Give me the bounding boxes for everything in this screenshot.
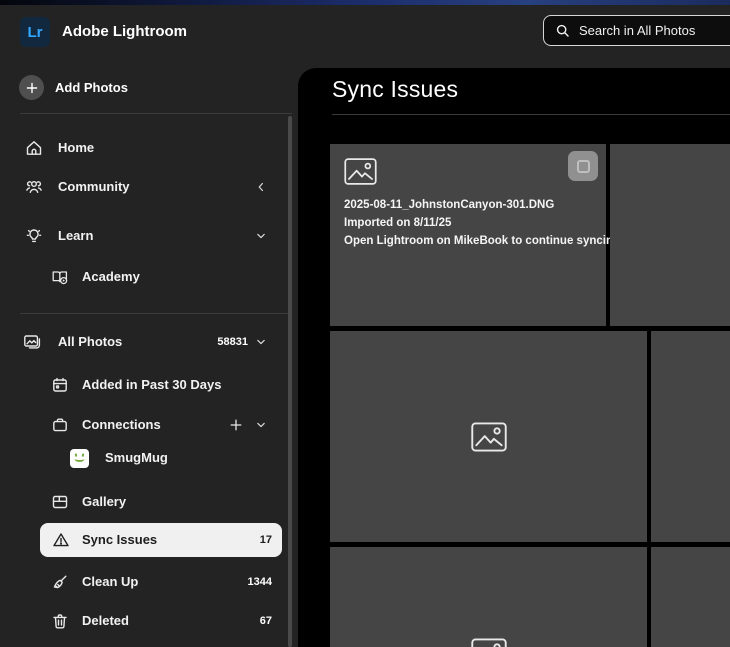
sidebar-scrollbar[interactable]	[288, 116, 292, 647]
sidebar-item-label: Deleted	[82, 613, 129, 628]
tile-sync-message: Open Lightroom on MikeBook to continue s…	[344, 235, 624, 247]
chevron-down-icon[interactable]	[254, 229, 268, 243]
sidebar-item-label: Connections	[82, 417, 161, 432]
tile-select-checkbox[interactable]	[568, 151, 598, 181]
trash-icon	[50, 611, 70, 631]
sidebar-item-home[interactable]: Home	[0, 131, 292, 165]
sidebar-item-deleted[interactable]: Deleted 67	[0, 604, 292, 638]
photo-tile-sync-issue[interactable]: 2025-08-11_JohnstonCanyon-301.DNG Import…	[330, 144, 624, 326]
sidebar-item-smugmug[interactable]: SmugMug	[0, 441, 292, 475]
photo-tile-sync-issue[interactable]	[651, 331, 730, 542]
window-top-strip	[0, 0, 730, 5]
tile-filename: 2025-08-11_JohnstonCanyon-301.DNG	[344, 199, 555, 211]
plus-circle-icon	[19, 75, 44, 100]
chevron-down-icon[interactable]	[254, 418, 268, 432]
box-icon	[50, 415, 70, 435]
sidebar-divider	[20, 313, 292, 314]
add-connection-button[interactable]	[228, 417, 244, 433]
chevron-down-icon[interactable]	[254, 335, 268, 349]
all-photos-icon	[22, 332, 42, 352]
add-photos-label: Add Photos	[55, 80, 128, 95]
sidebar-item-connections[interactable]: Connections	[0, 408, 292, 442]
photo-tile-sync-issue[interactable]	[651, 547, 730, 647]
home-icon	[24, 138, 44, 158]
sidebar-item-label: Community	[58, 179, 130, 194]
sidebar-item-label: Home	[58, 140, 95, 155]
photo-tile-sync-issue[interactable]	[330, 331, 647, 542]
add-photos-button[interactable]: Add Photos	[19, 75, 128, 100]
checkbox-square	[576, 159, 590, 173]
search-icon	[554, 22, 571, 39]
lightroom-logo: Lr	[20, 17, 50, 47]
page-title: Sync Issues	[332, 76, 459, 102]
search-input[interactable]	[579, 23, 729, 38]
image-placeholder-icon	[470, 421, 507, 452]
sidebar-item-label: SmugMug	[105, 450, 168, 465]
sidebar-item-sync-issues[interactable]: Sync Issues 17	[40, 523, 282, 557]
lightbulb-icon	[24, 226, 44, 246]
search-box[interactable]	[543, 15, 730, 46]
tile-imported-date: Imported on 8/11/25	[344, 217, 452, 229]
image-placeholder-icon	[344, 158, 377, 185]
sidebar-item-added-past-30-days[interactable]: Added in Past 30 Days	[0, 368, 292, 402]
community-icon	[24, 177, 44, 197]
lightroom-app: { "header": { "logo_text": "Lr", "app_ti…	[0, 0, 730, 647]
sidebar-item-label: Academy	[82, 269, 140, 284]
item-count: 67	[259, 615, 272, 627]
sidebar-item-label: Clean Up	[82, 574, 139, 589]
smugmug-logo-icon	[70, 449, 90, 469]
broom-icon	[50, 572, 70, 592]
sidebar-item-label: All Photos	[58, 334, 123, 349]
sidebar-item-label: Added in Past 30 Days	[82, 377, 222, 392]
academy-icon	[50, 267, 70, 287]
sidebar-item-gallery[interactable]: Gallery	[0, 485, 292, 519]
gallery-grid-icon	[50, 492, 70, 512]
sidebar-item-label: Gallery	[82, 494, 127, 509]
sidebar-item-label: Learn	[58, 228, 94, 243]
image-placeholder-icon	[470, 637, 507, 647]
sidebar-item-clean-up[interactable]: Clean Up 1344	[0, 565, 292, 599]
item-count: 58831	[217, 336, 248, 348]
chevron-left-icon[interactable]	[254, 180, 268, 194]
sidebar-item-label: Sync Issues	[82, 532, 158, 547]
sidebar-item-all-photos[interactable]: All Photos 58831	[0, 325, 292, 359]
title-divider	[332, 114, 730, 115]
sidebar-item-academy[interactable]: Academy	[0, 260, 292, 294]
warning-triangle-icon	[51, 530, 71, 550]
item-count: 17	[259, 534, 272, 546]
sidebar-item-community[interactable]: Community	[0, 170, 292, 204]
app-title: Adobe Lightroom	[62, 23, 187, 40]
calendar-icon	[50, 375, 70, 395]
tile-info: 2025-08-11_JohnstonCanyon-301.DNG Import…	[344, 196, 624, 250]
item-count: 1344	[247, 576, 272, 588]
logo-text: Lr	[27, 23, 43, 41]
sidebar-item-learn[interactable]: Learn	[0, 219, 292, 253]
photo-tile-sync-issue[interactable]	[610, 144, 730, 326]
main-panel: Sync Issues 2025-08-11_JohnstonCanyon-30…	[298, 68, 730, 647]
sidebar-divider	[20, 113, 292, 114]
photo-tile-sync-issue[interactable]	[330, 547, 647, 647]
